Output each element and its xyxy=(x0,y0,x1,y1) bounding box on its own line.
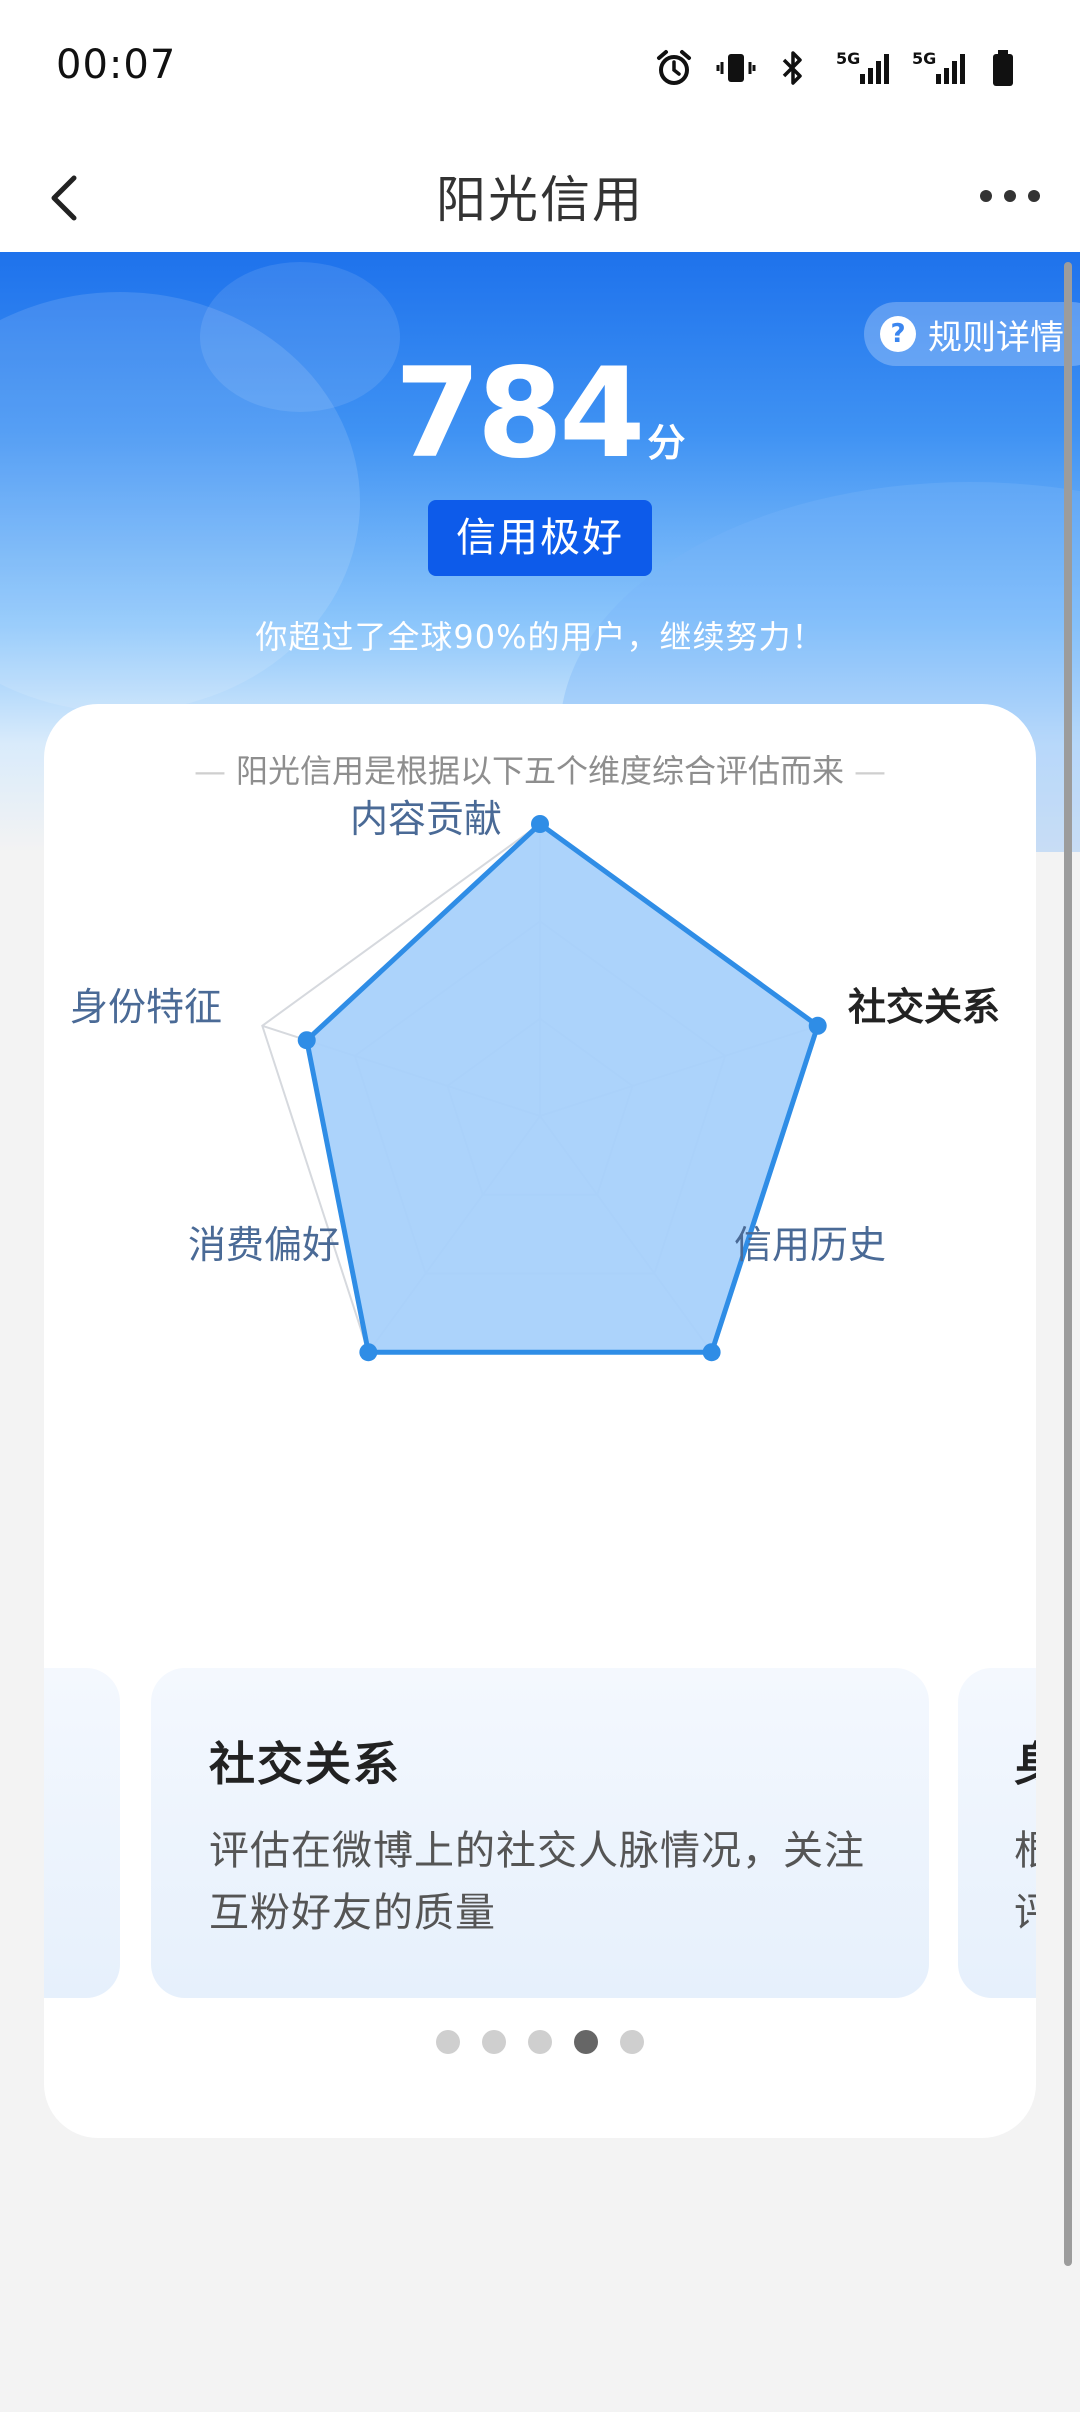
radar-label-consumption[interactable]: 消费偏好 xyxy=(188,1214,340,1269)
carousel-slide-prev[interactable] xyxy=(44,1668,120,1998)
signal-5g-icon: 5G xyxy=(912,49,965,84)
slide-title: 社交关系 xyxy=(209,1737,401,1791)
radar-label-social[interactable]: 社交关系 xyxy=(848,976,1000,1031)
divider-dash: — xyxy=(193,752,226,790)
more-horizontal-icon xyxy=(980,190,1040,202)
carousel-dot[interactable] xyxy=(436,2030,460,2054)
status-bar: 00:07 5G 5G xyxy=(0,0,1080,140)
svg-text:5G: 5G xyxy=(836,49,860,68)
carousel-slide-current[interactable]: 社交关系 评估在微博上的社交人脉情况，关注互粉好友的质量 xyxy=(151,1668,929,1998)
nav-bar: 阳光信用 xyxy=(0,140,1080,252)
radar-point-4 xyxy=(297,1031,316,1050)
signal-5g-icon: 5G xyxy=(836,49,889,84)
score-display: 784 分 xyxy=(0,342,1080,486)
radar-series-area xyxy=(304,821,821,1355)
radar-chart: 内容贡献 社交关系 信用历史 消费偏好 身份特征 xyxy=(44,797,1036,1374)
alarm-icon xyxy=(657,50,691,85)
more-button[interactable] xyxy=(970,164,1050,228)
radar-point-2 xyxy=(702,1343,721,1362)
carousel-dot[interactable] xyxy=(620,2030,644,2054)
divider-dash: — xyxy=(854,752,886,790)
scrollbar[interactable] xyxy=(1064,262,1072,2266)
radar-label-identity[interactable]: 身份特征 xyxy=(70,976,222,1031)
credit-score: 784 xyxy=(394,342,646,486)
card-subtitle-text: 阳光信用是根据以下五个维度综合评估而来 xyxy=(235,752,844,790)
battery-icon xyxy=(993,50,1013,86)
slide-next-description: 根 评 xyxy=(1014,1828,1036,1936)
card-subtitle: — 阳光信用是根据以下五个维度综合评估而来 — xyxy=(44,746,1036,792)
score-unit: 分 xyxy=(647,421,686,465)
slide-next-title: 身 xyxy=(1014,1728,1036,1794)
status-time: 00:07 xyxy=(56,42,177,88)
bluetooth-icon xyxy=(782,51,802,85)
slide-description: 评估在微博上的社交人脉情况，关注互粉好友的质量 xyxy=(209,1828,865,1936)
carousel-dots xyxy=(44,2030,1036,2054)
dimension-carousel[interactable]: 社交关系 评估在微博上的社交人脉情况，关注互粉好友的质量 身 根 评 xyxy=(44,1668,1036,1998)
svg-text:5G: 5G xyxy=(912,49,936,68)
vibrate-icon xyxy=(716,54,756,82)
credit-level-badge: 信用极好 xyxy=(428,500,652,576)
radar-chart-svg xyxy=(261,815,827,1362)
page-title: 阳光信用 xyxy=(436,171,644,229)
carousel-dot[interactable] xyxy=(528,2030,552,2054)
radar-label-history[interactable]: 信用历史 xyxy=(734,1214,886,1269)
carousel-dot[interactable] xyxy=(482,2030,506,2054)
radar-label-content[interactable]: 内容贡献 xyxy=(306,788,546,843)
dimensions-card: — 阳光信用是根据以下五个维度综合评估而来 — 内容贡献 社交关系 信用历史 消费偏… xyxy=(44,704,1036,2138)
radar-point-3 xyxy=(359,1343,378,1362)
carousel-dot[interactable] xyxy=(574,2030,598,2054)
carousel-slide-next[interactable]: 身 根 评 xyxy=(958,1668,1036,1998)
rank-text: 你超过了全球90%的用户，继续努力！ xyxy=(255,618,825,656)
status-icons: 5G 5G xyxy=(654,44,1016,92)
radar-point-1 xyxy=(808,1016,827,1035)
